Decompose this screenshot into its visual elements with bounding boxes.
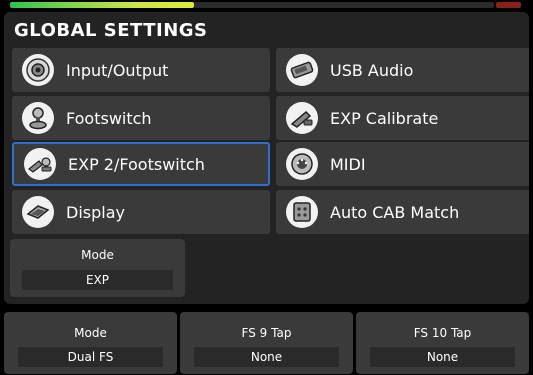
menu-item-label: Display [66, 202, 125, 222]
page-title: GLOBAL SETTINGS [14, 20, 208, 41]
menu-item-exp-calibrate[interactable]: EXP Calibrate [276, 96, 529, 140]
menu-item-midi[interactable]: MIDI [276, 142, 529, 186]
footswitch-icon [22, 102, 54, 134]
menu-item-display[interactable]: Display [12, 190, 270, 234]
usb-audio-icon [286, 54, 318, 86]
menu-item-label: USB Audio [330, 60, 414, 80]
param-fs9-tap: FS 9 Tap None [180, 312, 353, 374]
param-fs9-tap-value[interactable]: None [194, 347, 339, 367]
menu-item-auto-cab-match[interactable]: Auto CAB Match [276, 190, 529, 234]
menu-item-label: MIDI [330, 154, 366, 174]
parameter-bar: Mode Dual FS FS 9 Tap None FS 10 Tap Non… [4, 312, 529, 374]
menu-item-label: Footswitch [66, 108, 152, 128]
param-fs10-tap-value[interactable]: None [370, 347, 515, 367]
menu-item-label: Input/Output [66, 60, 169, 80]
mode-caption: Mode [81, 248, 114, 262]
exp-calibrate-icon [286, 102, 318, 134]
midi-icon [286, 148, 318, 180]
level-meter-peak [496, 2, 521, 8]
param-caption: FS 10 Tap [413, 326, 472, 340]
global-settings-panel: GLOBAL SETTINGS Input/Output Footswitch … [4, 12, 529, 304]
menu-item-exp2-footswitch[interactable]: EXP 2/Footswitch [12, 142, 270, 186]
input-output-icon [22, 54, 54, 86]
menu-item-input-output[interactable]: Input/Output [12, 48, 270, 92]
exp2-mode-panel: Mode EXP [10, 239, 185, 297]
param-caption: FS 9 Tap [241, 326, 292, 340]
exp2-footswitch-icon [24, 148, 56, 180]
param-fs10-tap: FS 10 Tap None [356, 312, 529, 374]
display-icon [22, 196, 54, 228]
param-caption: Mode [74, 326, 107, 340]
menu-item-label: Auto CAB Match [330, 202, 460, 222]
menu-item-label: EXP Calibrate [330, 108, 439, 128]
param-mode-value[interactable]: Dual FS [18, 347, 163, 367]
param-mode: Mode Dual FS [4, 312, 177, 374]
menu-item-usb-audio[interactable]: USB Audio [276, 48, 529, 92]
level-meter-fill [10, 2, 194, 8]
menu-item-label: EXP 2/Footswitch [68, 154, 205, 174]
level-meter-track [194, 2, 494, 8]
mode-value-selector[interactable]: EXP [22, 270, 173, 290]
auto-cab-match-icon [286, 196, 318, 228]
top-level-meter [0, 0, 533, 12]
menu-item-footswitch[interactable]: Footswitch [12, 96, 270, 140]
